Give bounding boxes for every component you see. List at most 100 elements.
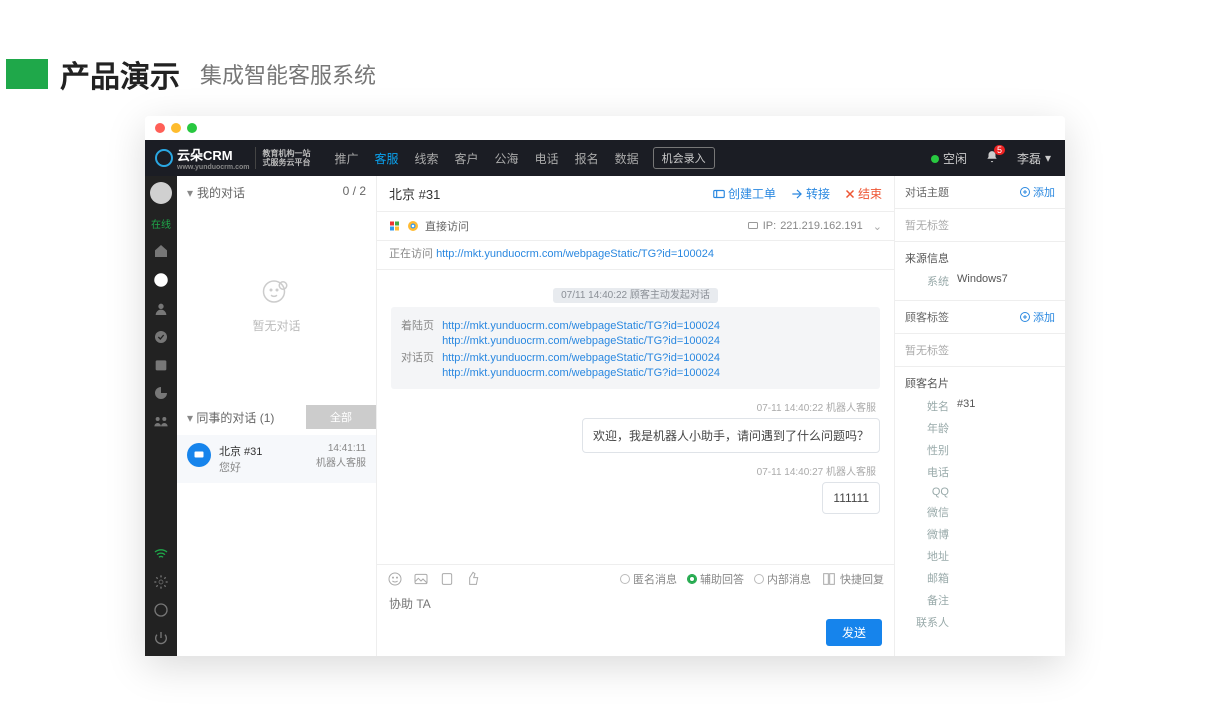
talk-url-1[interactable]: http://mkt.yunduocrm.com/webpageStatic/T… bbox=[442, 352, 720, 364]
attachment-icon[interactable] bbox=[439, 571, 455, 587]
windows-icon bbox=[389, 220, 401, 232]
landing-url-2[interactable]: http://mkt.yunduocrm.com/webpageStatic/T… bbox=[442, 335, 720, 347]
comment-icon[interactable] bbox=[153, 602, 169, 618]
nav-service[interactable]: 客服 bbox=[375, 150, 399, 167]
msg-meta-2: 07-11 14:40:27 机器人客服 bbox=[395, 463, 876, 478]
nav-customers[interactable]: 客户 bbox=[455, 150, 479, 167]
window-titlebar bbox=[145, 116, 1065, 140]
nav-phone[interactable]: 电话 bbox=[535, 150, 559, 167]
add-topic-button[interactable]: 添加 bbox=[1019, 184, 1055, 200]
side-panel: 对话主题 添加 暂无标签 来源信息 系统Windows7 顾客标签 添加 暂无标… bbox=[895, 176, 1065, 656]
empty-state: 暂无对话 bbox=[177, 209, 376, 399]
icon-rail: 在线 bbox=[145, 176, 177, 656]
notification-badge: 5 bbox=[994, 145, 1005, 155]
maximize-dot[interactable] bbox=[187, 123, 197, 133]
cust-name: #31 bbox=[957, 398, 975, 414]
system-value: Windows7 bbox=[957, 273, 1008, 289]
top-nav: 云朵CRM www.yunduocrm.com 教育机构一站式服务云平台 推广 … bbox=[145, 140, 1065, 176]
close-dot[interactable] bbox=[155, 123, 165, 133]
msg-meta-1: 07-11 14:40:22 机器人客服 bbox=[395, 399, 876, 414]
send-button[interactable]: 发送 bbox=[826, 619, 882, 646]
message-input[interactable] bbox=[389, 597, 882, 611]
monitor-small-icon bbox=[747, 220, 759, 232]
conv-preview: 您好 bbox=[219, 459, 308, 475]
end-button[interactable]: 结束 bbox=[844, 185, 882, 202]
quick-reply-icon bbox=[821, 571, 837, 587]
system-event: 07/11 14:40:22 顾客主动发起对话 bbox=[391, 286, 880, 301]
image-icon[interactable] bbox=[413, 571, 429, 587]
nav-data[interactable]: 数据 bbox=[615, 150, 639, 167]
nav-leads[interactable]: 线索 bbox=[415, 150, 439, 167]
assist-radio[interactable]: 辅助回答 bbox=[687, 571, 744, 587]
bot-message-1: 欢迎，我是机器人小助手，请问遇到了什么问题吗？ bbox=[582, 418, 880, 453]
piechart-icon[interactable] bbox=[153, 385, 169, 401]
home-icon[interactable] bbox=[153, 243, 169, 259]
quick-reply-button[interactable]: 快捷回复 bbox=[821, 571, 884, 587]
conversation-item[interactable]: 北京 #31 您好 14:41:11 机器人客服 bbox=[177, 435, 376, 483]
gear-icon[interactable] bbox=[153, 574, 169, 590]
topic-title: 对话主题 bbox=[905, 184, 949, 200]
check-icon[interactable] bbox=[153, 329, 169, 345]
create-ticket-button[interactable]: 创建工单 bbox=[712, 185, 776, 202]
composer: 匿名消息 辅助回答 内部消息 快捷回复 发送 bbox=[377, 564, 894, 656]
my-conversations-header[interactable]: ▾我的对话 bbox=[187, 184, 245, 201]
chat-scroll[interactable]: 07/11 14:40:22 顾客主动发起对话 着陆页 http://mkt.y… bbox=[377, 270, 894, 564]
record-opportunity-button[interactable]: 机会录入 bbox=[653, 147, 715, 169]
brand-desc: 教育机构一站式服务云平台 bbox=[262, 149, 310, 167]
visiting-url-bar: 正在访问 http://mkt.yunduocrm.com/webpageSta… bbox=[377, 241, 894, 270]
internal-radio[interactable]: 内部消息 bbox=[754, 571, 811, 587]
chevron-down-icon[interactable]: ⌄ bbox=[873, 220, 882, 233]
chat-icon[interactable] bbox=[152, 271, 170, 289]
plus-circle-icon bbox=[1019, 186, 1031, 198]
cloud-icon bbox=[155, 149, 173, 167]
ip-display: IP: 221.219.162.191 ⌄ bbox=[747, 220, 882, 233]
url-card: 着陆页 http://mkt.yunduocrm.com/webpageStat… bbox=[391, 307, 880, 389]
source-title: 来源信息 bbox=[895, 242, 1065, 270]
transfer-button[interactable]: 转接 bbox=[790, 185, 830, 202]
conversation-count: 0 / 2 bbox=[343, 184, 366, 201]
calendar-icon[interactable] bbox=[153, 357, 169, 373]
agent-status[interactable]: 空闲 bbox=[931, 150, 967, 167]
brand-logo[interactable]: 云朵CRM www.yunduocrm.com 教育机构一站式服务云平台 bbox=[145, 145, 320, 171]
conv-agent: 机器人客服 bbox=[316, 454, 366, 469]
talk-url-2[interactable]: http://mkt.yunduocrm.com/webpageStatic/T… bbox=[442, 367, 720, 379]
topic-empty: 暂无标签 bbox=[895, 209, 1065, 242]
emoji-icon[interactable] bbox=[387, 571, 403, 587]
nav-pool[interactable]: 公海 bbox=[495, 150, 519, 167]
colleague-conversations-header[interactable]: ▾ 同事的对话 (1) bbox=[187, 409, 274, 426]
brand-site: www.yunduocrm.com bbox=[177, 164, 249, 171]
monitor-icon bbox=[187, 443, 211, 467]
filter-all-button[interactable]: 全部 bbox=[306, 405, 376, 429]
add-tag-button[interactable]: 添加 bbox=[1019, 309, 1055, 325]
chat-panel: 北京 #31 创建工单 转接 结束 bbox=[377, 176, 895, 656]
nav-items: 推广 客服 线索 客户 公海 电话 报名 数据 bbox=[334, 150, 638, 167]
minimize-dot[interactable] bbox=[171, 123, 181, 133]
chrome-icon bbox=[407, 220, 419, 232]
user-icon[interactable] bbox=[153, 301, 169, 317]
transfer-icon bbox=[790, 187, 804, 201]
slide-subtitle: 集成智能客服系统 bbox=[200, 58, 376, 90]
visiting-url[interactable]: http://mkt.yunduocrm.com/webpageStatic/T… bbox=[436, 248, 714, 260]
nav-promo[interactable]: 推广 bbox=[334, 150, 358, 167]
chat-title: 北京 #31 bbox=[389, 184, 440, 203]
notifications-icon[interactable]: 5 bbox=[985, 150, 999, 167]
card-title: 顾客名片 bbox=[895, 367, 1065, 395]
thumbs-up-icon[interactable] bbox=[465, 571, 481, 587]
agent-avatar[interactable] bbox=[150, 182, 172, 204]
visit-source: 直接访问 bbox=[425, 218, 469, 234]
online-label: 在线 bbox=[151, 216, 171, 231]
user-menu[interactable]: 李磊 ▾ bbox=[1017, 150, 1051, 167]
slide-title: 产品演示 bbox=[60, 52, 180, 96]
wifi-icon[interactable] bbox=[153, 546, 169, 562]
brand-name: 云朵CRM bbox=[177, 145, 249, 164]
anon-radio[interactable]: 匿名消息 bbox=[620, 571, 677, 587]
ticket-icon bbox=[712, 187, 726, 201]
nav-enroll[interactable]: 报名 bbox=[575, 150, 599, 167]
bot-message-2: 111111 bbox=[822, 482, 880, 514]
landing-url-1[interactable]: http://mkt.yunduocrm.com/webpageStatic/T… bbox=[442, 320, 720, 332]
conversation-list: ▾我的对话 0 / 2 暂无对话 ▾ 同事的对话 (1) 全部 北京 #31 您… bbox=[177, 176, 377, 656]
power-icon[interactable] bbox=[153, 630, 169, 646]
plus-circle-icon bbox=[1019, 311, 1031, 323]
close-icon bbox=[844, 188, 856, 200]
team-icon[interactable] bbox=[153, 413, 169, 429]
